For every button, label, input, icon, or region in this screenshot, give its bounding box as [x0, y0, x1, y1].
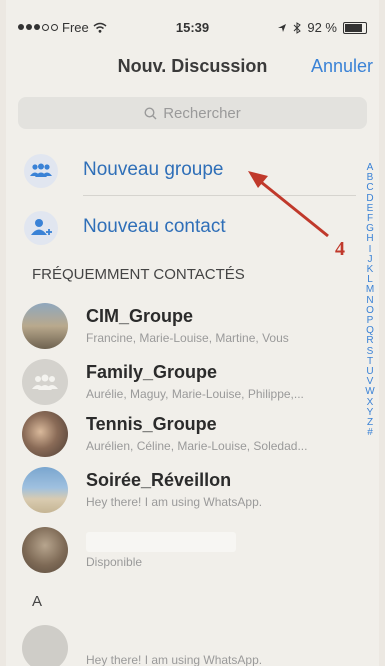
- screen: Free 15:39 92 % Nouv. Discussion Annuler…: [6, 0, 379, 666]
- annotation-arrow: [248, 171, 329, 238]
- annotation-number: 4: [335, 238, 345, 260]
